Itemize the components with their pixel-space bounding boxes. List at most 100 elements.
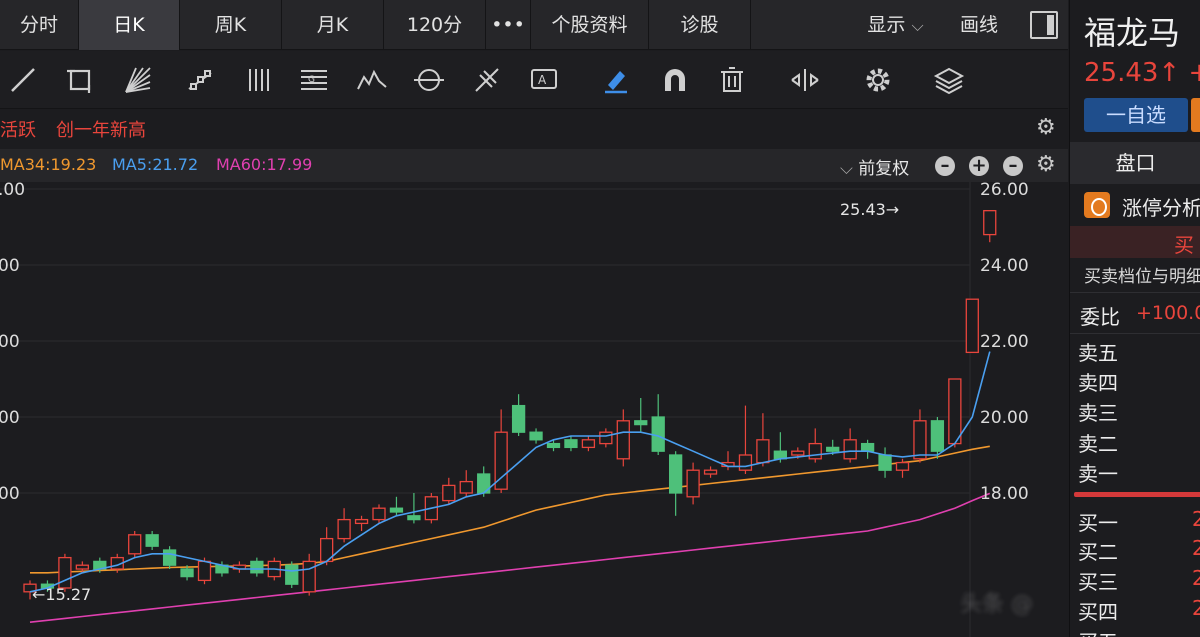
display-label: 显示	[867, 14, 906, 36]
settings-gear-icon[interactable]	[861, 63, 895, 97]
candle	[616, 409, 630, 467]
ma60-label: MA60:17.99	[216, 155, 313, 174]
candle-body	[128, 534, 142, 555]
order-book-header[interactable]: 盘口	[1070, 142, 1200, 184]
sell-level-5: 卖五	[1078, 341, 1118, 365]
add-watchlist-button[interactable]: 一自选	[1084, 98, 1188, 132]
tab-diagnosis[interactable]: 诊股	[649, 0, 751, 50]
minimize-circle-icon[interactable]: –	[935, 156, 955, 176]
candle	[442, 477, 456, 505]
candle	[529, 428, 543, 444]
fan-tool-icon[interactable]	[121, 63, 155, 97]
stock-price: 25.43↑ +	[1084, 58, 1200, 88]
display-dropdown[interactable]: 显示 ⌵	[848, 0, 943, 50]
quote-panel: 福龙马 25.43↑ + 一自选 盘口 涨停分析 买 买卖档位与明细 委比 +1…	[1069, 0, 1200, 637]
gann-tool-icon[interactable]	[470, 63, 504, 97]
tab-monthly-k[interactable]: 月K	[282, 0, 384, 50]
tab-120min[interactable]: 120分	[384, 0, 486, 50]
last-price-label: 25.43→	[840, 200, 900, 219]
rectangle-tool-icon[interactable]	[63, 63, 97, 97]
zoom-width-icon[interactable]	[788, 63, 822, 97]
layers-icon[interactable]	[932, 63, 966, 97]
candle-body	[546, 442, 561, 449]
price-tick-label: 26.00	[980, 182, 1029, 200]
adjust-dropdown[interactable]: ⌵ 前复权	[840, 154, 909, 179]
add-indicator-icon[interactable]: +	[969, 156, 989, 176]
candle-body	[983, 210, 997, 236]
candle	[669, 451, 683, 516]
candle-body	[145, 534, 159, 547]
kline-chart[interactable]: 26.00 .00 24.00 00 22.00 00 20.00 00 18.00 00 25.…	[0, 182, 1068, 637]
candle-body	[756, 439, 770, 464]
svg-text:G: G	[308, 75, 315, 85]
stock-tags-row: 活跃 创一年新高 ⚙	[0, 110, 1068, 148]
candle	[319, 527, 334, 566]
left-tick-label: 00	[0, 484, 20, 504]
candle	[808, 428, 822, 463]
ma5-label: MA5:21.72	[112, 155, 199, 174]
candle-body	[930, 420, 945, 452]
candle	[372, 504, 386, 524]
highlighter-icon[interactable]	[599, 63, 633, 97]
candle-body	[58, 556, 72, 589]
buy-level-4: 买四	[1078, 600, 1118, 624]
candle-body	[389, 507, 404, 513]
panel-toggle-icon[interactable]	[1030, 11, 1058, 39]
price-tick-label: 20.00	[980, 408, 1029, 428]
candle-body	[285, 564, 299, 585]
wave-tool-icon[interactable]	[355, 63, 389, 97]
drawing-toolbar: G A	[0, 51, 1068, 109]
stock-name: 福龙马	[1084, 14, 1181, 52]
text-annotation-icon[interactable]: A	[527, 63, 561, 97]
candle	[634, 398, 648, 433]
trash-icon[interactable]	[715, 63, 749, 97]
buy-level-1: 买一	[1078, 511, 1118, 535]
draw-line-button[interactable]: 画线	[943, 0, 1015, 50]
fibonacci-tool-icon[interactable]: G	[297, 63, 331, 97]
tags-settings-gear-icon[interactable]: ⚙	[1036, 117, 1056, 139]
candle-body	[965, 298, 979, 354]
order-ratio-value: +100.0	[1136, 302, 1200, 324]
candle-body	[511, 404, 526, 433]
chevron-down-icon: ⌵	[840, 159, 859, 179]
candle-body	[791, 450, 805, 456]
tab-intraday[interactable]: 分时	[0, 0, 79, 50]
buy-level-3: 买三	[1078, 570, 1118, 594]
limit-analysis-link[interactable]: 涨停分析	[1122, 192, 1200, 221]
side-action-button[interactable]	[1191, 98, 1200, 132]
channel-tool-icon[interactable]	[183, 63, 217, 97]
left-tick-label: 00	[0, 408, 20, 428]
candle	[756, 413, 770, 467]
depth-detail-label[interactable]: 买卖档位与明细	[1084, 262, 1200, 287]
candle-body	[860, 442, 875, 452]
buy-level-5: 买五	[1078, 626, 1118, 637]
ma-settings-gear-icon[interactable]: ⚙	[1036, 154, 1056, 176]
candle	[983, 210, 997, 243]
tab-weekly-k[interactable]: 周K	[180, 0, 282, 50]
candle	[860, 439, 875, 459]
candle-body	[529, 431, 543, 441]
period-tab-bar: 分时 日K 周K 月K 120分 ••• 个股资料 诊股 显示 ⌵ 画线	[0, 0, 1068, 50]
tab-daily-k[interactable]: 日K	[79, 0, 180, 50]
more-tabs-button[interactable]: •••	[486, 0, 531, 50]
magnet-icon[interactable]	[658, 63, 692, 97]
cycle-tool-icon[interactable]	[412, 63, 446, 97]
tab-stock-profile[interactable]: 个股资料	[531, 0, 649, 50]
adjust-label: 前复权	[858, 159, 910, 179]
chevron-down-icon: ⌵	[911, 16, 924, 35]
remove-indicator-icon[interactable]: –	[1003, 156, 1023, 176]
order-ratio-row: 委比 +100.0	[1070, 292, 1200, 334]
svg-text:A: A	[538, 73, 547, 87]
line-tool-icon[interactable]	[6, 63, 40, 97]
candle-body	[564, 439, 578, 449]
price-tick-label: 18.00	[980, 484, 1029, 504]
ma34-label: MA34:19.23	[0, 155, 97, 174]
vertical-lines-tool-icon[interactable]	[243, 63, 277, 97]
candle	[703, 466, 718, 478]
candle-body	[895, 461, 910, 471]
price-tick-label: 22.00	[980, 332, 1029, 352]
moving-average-legend: MA34:19.23 MA5:21.72 MA60:17.99 ⌵ 前复权 – …	[0, 149, 1068, 182]
candle	[599, 428, 613, 448]
candle	[128, 531, 142, 558]
candle-body	[686, 469, 700, 498]
